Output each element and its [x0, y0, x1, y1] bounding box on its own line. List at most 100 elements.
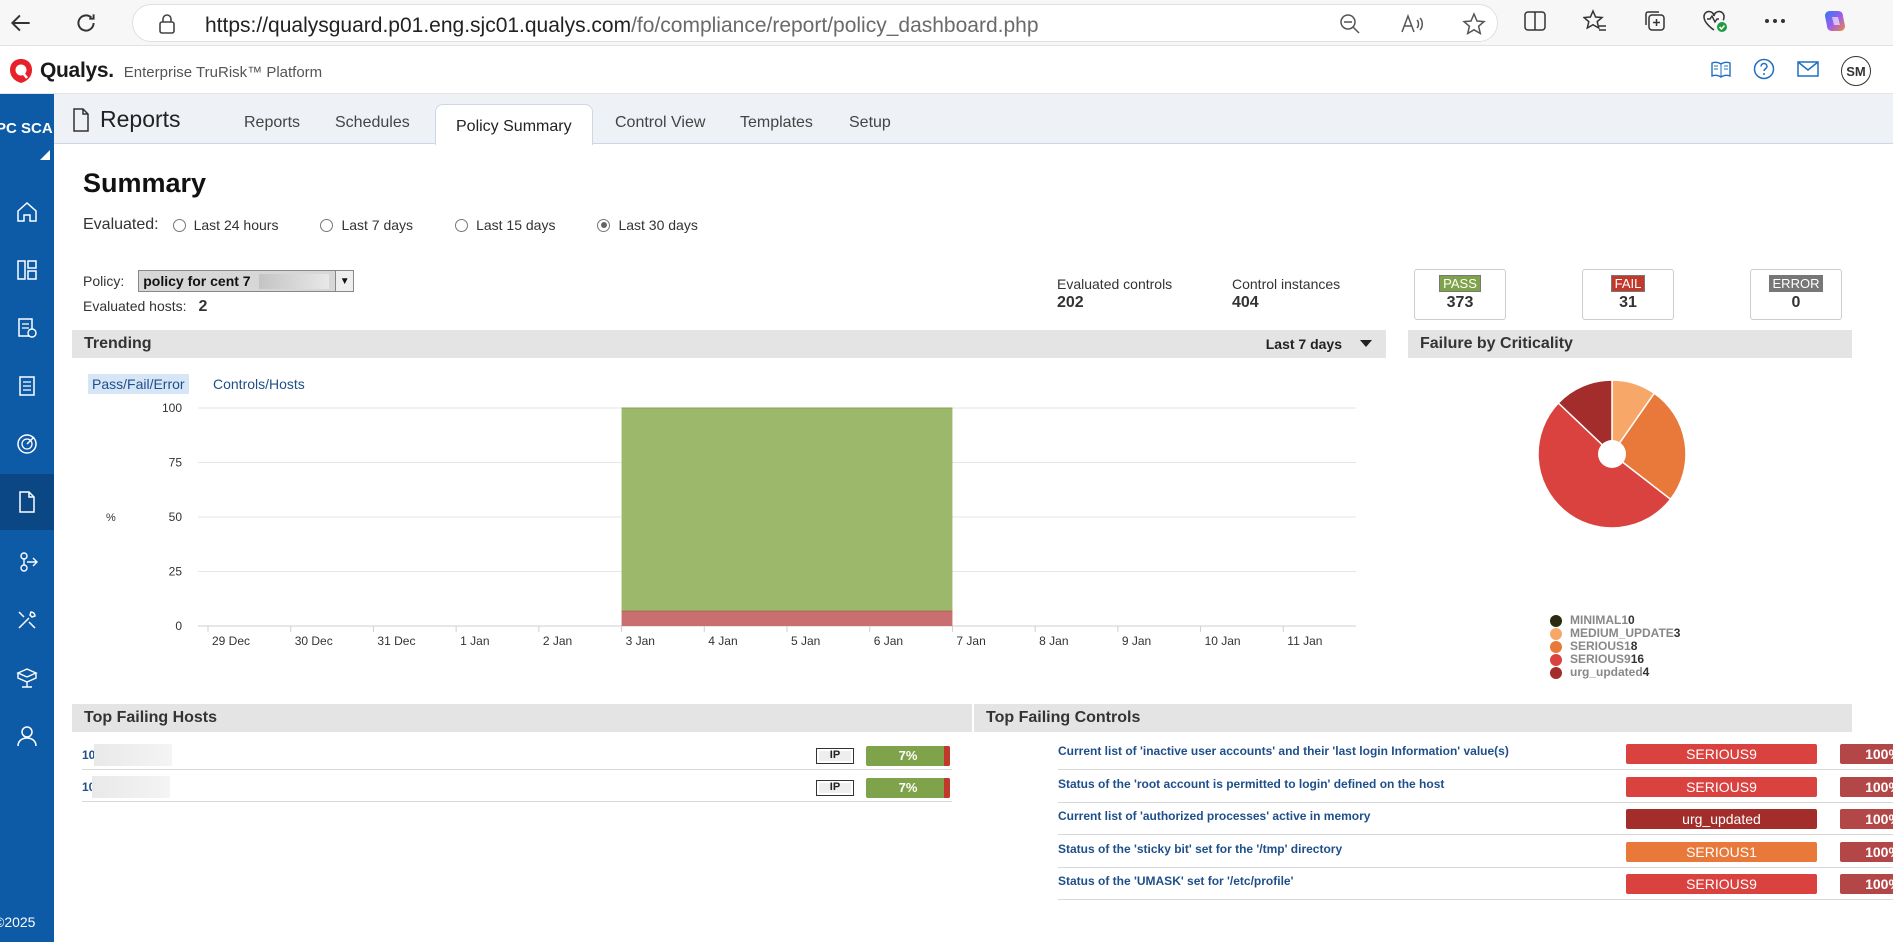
trending-range-select[interactable]: Last 7 days [1266, 336, 1372, 352]
legend-swatch [1550, 653, 1562, 666]
qualys-logo[interactable]: Qualys. Enterprise TruRisk™ Platform [8, 58, 322, 84]
control-link[interactable]: Status of the 'UMASK' set for '/etc/prof… [1058, 874, 1293, 888]
pass-count-box[interactable]: PASS 373 [1414, 269, 1506, 320]
tab-templates[interactable]: Templates [740, 114, 813, 132]
control-link[interactable]: Status of the 'root account is permitted… [1058, 777, 1444, 791]
trending-header: Trending Last 7 days [72, 330, 1386, 358]
failure-percent-badge: 100% [1840, 841, 1893, 862]
radio-indicator-selected[interactable] [597, 218, 611, 232]
control-link[interactable]: Current list of 'authorized processes' a… [1058, 809, 1370, 823]
browser-essentials-icon[interactable] [1702, 8, 1728, 34]
dashboard-icon[interactable] [0, 242, 54, 298]
y-tick-label: 100 [162, 401, 182, 415]
page-icon [72, 107, 90, 132]
favorite-star-icon[interactable] [1461, 11, 1487, 37]
table-row[interactable]: Status of the 'UMASK' set for '/etc/prof… [1058, 868, 1893, 900]
error-count-box[interactable]: ERROR 0 [1750, 269, 1842, 320]
policy-summary-panel: Summary Evaluated: Last 24 hours Last 7 … [72, 164, 1893, 922]
legend-item[interactable]: urg_updated4 [1550, 666, 1680, 679]
tab-reports[interactable]: Reports [244, 114, 300, 132]
series-area-1[interactable] [621, 408, 953, 611]
chevron-down-icon[interactable]: ▼ [335, 271, 354, 291]
url-text: https://qualysguard.p01.eng.sjc01.qualys… [205, 14, 1039, 37]
reports-icon[interactable] [0, 474, 54, 530]
mail-icon[interactable] [1797, 60, 1819, 82]
refresh-icon[interactable] [71, 8, 101, 38]
subtab-pass-fail-error[interactable]: Pass/Fail/Error [88, 374, 189, 394]
tab-control-view[interactable]: Control View [615, 114, 705, 132]
x-tick-label: 1 Jan [460, 634, 489, 648]
copilot-icon[interactable] [1822, 8, 1848, 34]
tab-setup[interactable]: Setup [849, 114, 891, 132]
table-row[interactable]: Status of the 'root account is permitted… [1058, 771, 1893, 803]
fail-portion [944, 778, 950, 798]
address-bar[interactable]: https://qualysguard.p01.eng.sjc01.qualys… [132, 4, 1498, 42]
tab-policy-summary[interactable]: Policy Summary [435, 104, 593, 145]
book-icon[interactable] [1711, 60, 1731, 83]
back-icon[interactable] [6, 8, 36, 38]
connectors-icon[interactable] [0, 650, 54, 706]
subtab-controls-hosts[interactable]: Controls/Hosts [213, 376, 305, 392]
x-tick-label: 11 Jan [1287, 634, 1322, 648]
trending-chart: 0 25 50 75 100% 29 Dec 30 Dec 31 Dec 1 Jan 2 Jan 3… [106, 401, 1356, 648]
evaluated-range-group: Evaluated: Last 24 hours Last 7 days Las… [83, 216, 740, 234]
legend-swatch [1550, 627, 1562, 640]
legend-name: urg_updated [1570, 665, 1643, 679]
series-area-0[interactable] [621, 610, 953, 626]
ip-tag: IP [816, 780, 854, 796]
tab-schedules[interactable]: Schedules [335, 114, 410, 132]
scans-icon[interactable] [0, 416, 54, 472]
user-avatar[interactable]: SM [1841, 56, 1871, 86]
x-tick-label: 5 Jan [791, 634, 820, 648]
assets-icon[interactable] [0, 300, 54, 356]
browser-toolbar: https://qualysguard.p01.eng.sjc01.qualys… [0, 0, 1893, 46]
policies-icon[interactable] [0, 358, 54, 414]
range-7d-radio[interactable]: Last 7 days [320, 217, 413, 233]
criticality-badge: SERIOUS9 [1626, 874, 1817, 894]
legend-count: 4 [1642, 665, 1650, 679]
range-15d-radio[interactable]: Last 15 days [455, 217, 555, 233]
control-link[interactable]: Status of the 'sticky bit' set for the '… [1058, 842, 1342, 856]
range-30d-radio[interactable]: Last 30 days [597, 217, 698, 233]
fail-count-box[interactable]: FAIL 31 [1582, 269, 1674, 320]
evaluated-label: Evaluated: [83, 216, 159, 233]
table-row[interactable]: Current list of 'authorized processes' a… [1058, 803, 1893, 835]
x-tick-label: 10 Jan [1205, 634, 1241, 648]
criticality-legend: MINIMAL10 MEDIUM_UPDATE3 SERIOUS18 SERIOUS9… [1550, 614, 1680, 679]
failure-percent-badge: 100% [1840, 874, 1893, 894]
tools-icon[interactable] [0, 592, 54, 648]
table-row[interactable]: 10. IP 7% [82, 738, 952, 770]
range-24h-radio[interactable]: Last 24 hours [172, 217, 278, 233]
home-icon[interactable] [0, 184, 54, 240]
exceptions-icon[interactable] [0, 534, 54, 590]
control-link[interactable]: Current list of 'inactive user accounts'… [1058, 744, 1509, 758]
radio-indicator[interactable] [172, 218, 186, 232]
x-tick-label: 30 Dec [295, 634, 333, 648]
table-row[interactable]: Current list of 'inactive user accounts'… [1058, 738, 1893, 770]
read-aloud-icon[interactable] [1399, 11, 1425, 37]
zoom-out-icon[interactable] [1337, 11, 1363, 37]
table-row[interactable]: 10 IP 7% [82, 770, 952, 802]
favorites-icon[interactable] [1582, 8, 1608, 34]
more-options-icon[interactable] [1762, 8, 1788, 34]
policy-select[interactable]: policy for cent 7 ▼ [138, 270, 355, 292]
copyright: ©2025 [0, 914, 36, 930]
y-tick-label: 25 [169, 565, 183, 579]
users-icon[interactable] [0, 708, 54, 764]
help-icon[interactable] [1753, 58, 1775, 85]
radio-indicator[interactable] [455, 218, 469, 232]
legend-name: SERIOUS9 [1570, 652, 1631, 666]
pass-count: 373 [1446, 294, 1474, 311]
caret-down-icon[interactable] [1360, 340, 1372, 348]
criticality-badge: urg_updated [1626, 809, 1817, 829]
lock-icon[interactable] [157, 13, 177, 40]
error-label: ERROR [1768, 275, 1824, 292]
collections-icon[interactable] [1642, 8, 1668, 34]
table-row[interactable]: Status of the 'sticky bit' set for the '… [1058, 836, 1893, 868]
app-header: Qualys. Enterprise TruRisk™ Platform SM [0, 46, 1893, 94]
module-switcher[interactable]: PC SCA [0, 114, 54, 164]
radio-indicator[interactable] [320, 218, 334, 232]
failure-percent-bar: 7% [866, 746, 950, 766]
legend-name: SERIOUS1 [1570, 639, 1631, 653]
split-screen-icon[interactable] [1522, 8, 1548, 34]
